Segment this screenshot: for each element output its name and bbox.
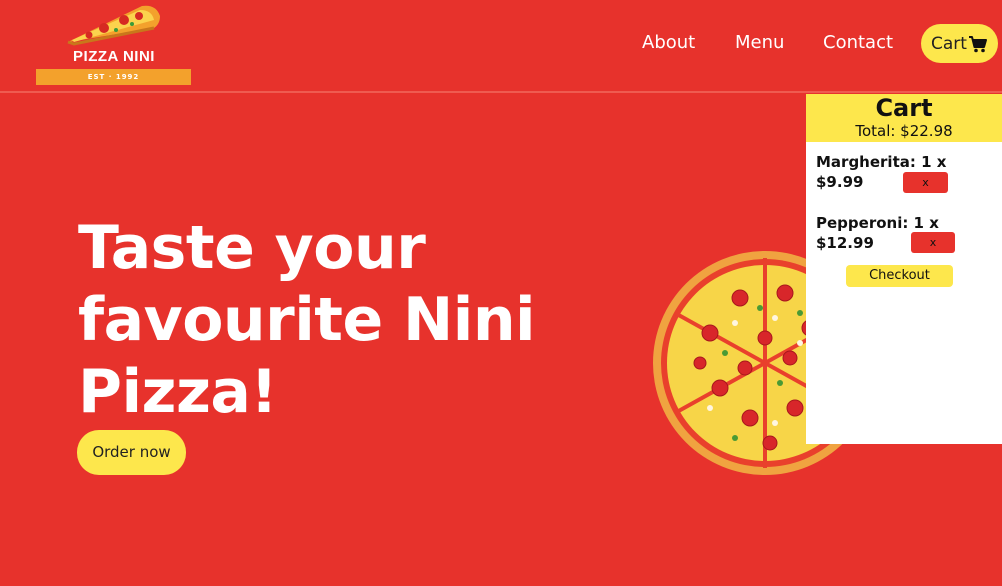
logo[interactable]: PIZZA NINI EST · 1992: [36, 2, 192, 86]
cart-icon: [968, 35, 987, 52]
cart-total: Total: $22.98: [855, 122, 953, 140]
nav-about-link[interactable]: About: [642, 32, 695, 53]
remove-item-button[interactable]: x: [911, 232, 955, 253]
logo-established-band: EST · 1992: [36, 69, 191, 85]
cart-header: Cart Total: $22.98: [806, 94, 1002, 142]
cart-button-label: Cart: [931, 33, 967, 54]
order-now-button[interactable]: Order now: [77, 430, 186, 475]
hero-title: Taste your favourite Nini Pizza!: [78, 212, 598, 428]
hero-title-line: favourite Nini: [78, 285, 536, 355]
site-header: PIZZA NINI EST · 1992 About Menu Contact…: [0, 0, 1002, 93]
cart-button[interactable]: Cart: [921, 24, 998, 63]
cart-item-name-qty: Pepperoni: 1 x: [816, 214, 939, 232]
cart-title: Cart: [875, 94, 933, 122]
hero-title-line: Pizza!: [78, 357, 278, 427]
cart-item-name-qty: Margherita: 1 x: [816, 153, 947, 171]
pizza-slice-logo-icon: [67, 5, 160, 46]
logo-name: PIZZA NINI: [73, 48, 155, 65]
remove-item-button[interactable]: x: [903, 172, 948, 193]
cart-panel: Cart Total: $22.98 Margherita: 1 x $9.99…: [806, 94, 1002, 444]
nav-menu-link[interactable]: Menu: [735, 32, 784, 53]
nav-contact-link[interactable]: Contact: [823, 32, 893, 53]
hero-title-line: Taste your: [78, 213, 426, 283]
checkout-button[interactable]: Checkout: [846, 265, 953, 287]
